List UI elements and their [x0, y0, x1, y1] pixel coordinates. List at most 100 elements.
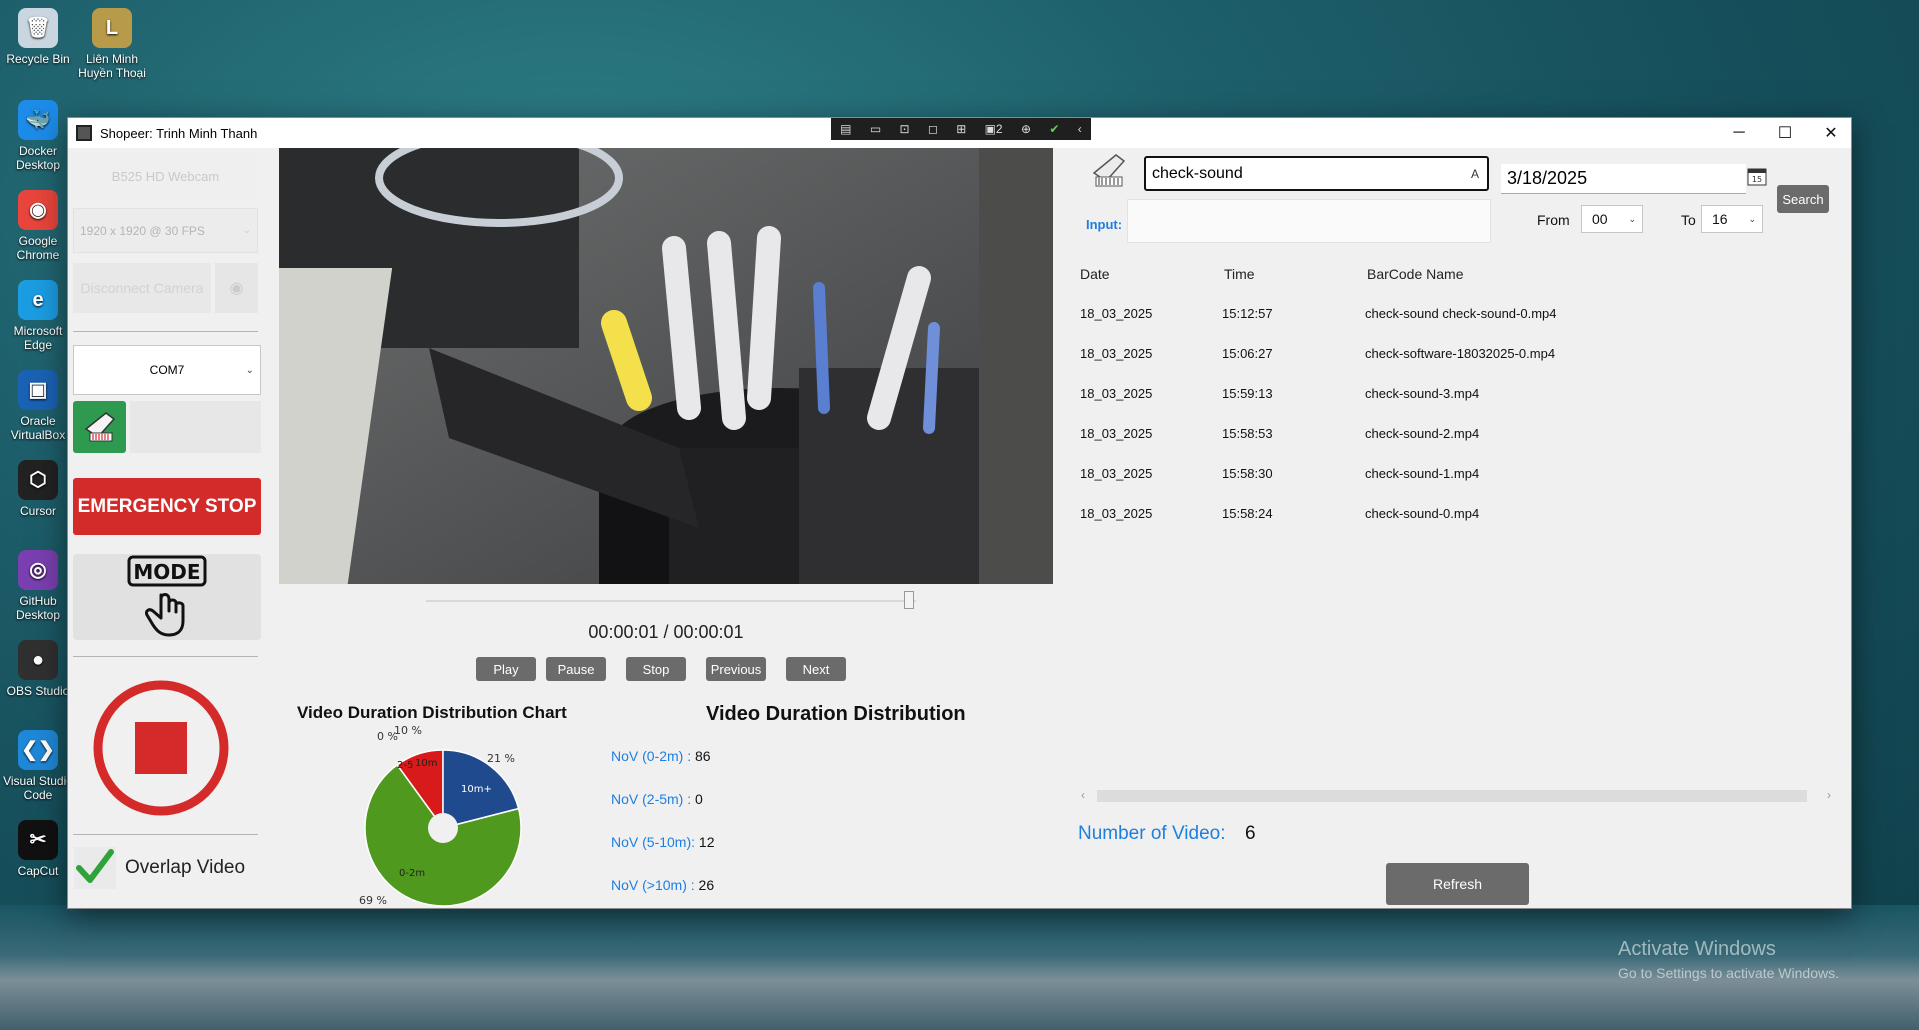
scan-input-field[interactable] — [1127, 199, 1491, 243]
column-header-barcode-name[interactable]: BarCode Name — [1367, 266, 1464, 282]
divider — [73, 656, 258, 657]
table-cell-barcode-name[interactable]: check-sound check-sound-0.mp4 — [1365, 306, 1557, 321]
table-cell-barcode-name[interactable]: check-sound-3.mp4 — [1365, 386, 1479, 401]
pause-button[interactable]: Pause — [546, 657, 606, 681]
com-port-select[interactable]: COM7 ⌄ — [73, 345, 261, 395]
barcode-search-icon — [1086, 147, 1131, 192]
table-cell-time[interactable]: 15:58:53 — [1222, 426, 1273, 441]
search-button[interactable]: Search — [1777, 185, 1829, 213]
barcode-scanner-button[interactable] — [73, 401, 126, 453]
app-icon — [76, 125, 92, 141]
dist-label: NoV (2-5m) : — [611, 791, 692, 807]
table-cell-barcode-name[interactable]: check-sound-2.mp4 — [1365, 426, 1479, 441]
stop-button[interactable]: Stop — [626, 657, 686, 681]
close-button[interactable]: ✕ — [1808, 118, 1854, 148]
seek-track[interactable] — [426, 600, 916, 602]
date-value: 3/18/2025 — [1507, 168, 1588, 188]
from-hour-value: 00 — [1592, 211, 1608, 227]
maximize-button[interactable]: ☐ — [1762, 118, 1808, 148]
video-count-label: Number of Video: — [1078, 823, 1226, 844]
mode-label: MODE — [133, 560, 200, 584]
resolution-select[interactable]: 1920 x 1920 @ 30 FPS ⌄ — [73, 208, 258, 253]
pie-inner-label: 10m — [415, 758, 437, 769]
scanner-icon — [1092, 153, 1125, 186]
remote-control-toolbar: ▤ ▭ ⊡ ◻ ⊞ ▣2 ⊕ ✔ ‹ — [831, 118, 1091, 140]
scroll-right-icon[interactable]: › — [1827, 788, 1831, 802]
table-cell-barcode-name[interactable]: check-sound-0.mp4 — [1365, 506, 1479, 521]
scroll-left-icon[interactable]: ‹ — [1081, 788, 1085, 802]
chevron-down-icon: ⌄ — [1628, 213, 1636, 224]
table-cell-barcode-name[interactable]: check-software-18032025-0.mp4 — [1365, 346, 1555, 361]
dist-value: 12 — [698, 834, 715, 850]
video-count-value: 6 — [1245, 823, 1256, 844]
table-cell-time[interactable]: 15:59:13 — [1222, 386, 1273, 401]
rc-accessibility-icon[interactable]: ⊕ — [1021, 122, 1031, 136]
table-cell-time[interactable]: 15:06:27 — [1222, 346, 1273, 361]
desktop-icon[interactable]: L Liên Minh Huyền Thoại — [72, 8, 152, 80]
rc-display-icon[interactable]: ▣2 — [985, 122, 1003, 136]
date-picker[interactable]: 3/18/2025 — [1501, 164, 1746, 194]
table-cell-date[interactable]: 18_03_2025 — [1080, 386, 1152, 401]
resolution-value: 1920 x 1920 @ 30 FPS — [80, 223, 205, 238]
rc-camera-icon[interactable]: ▭ — [870, 122, 881, 136]
next-button[interactable]: Next — [786, 657, 846, 681]
table-cell-time[interactable]: 15:58:24 — [1222, 506, 1273, 521]
from-hour-select[interactable]: 00 ⌄ — [1581, 205, 1643, 233]
barcode-search-input[interactable]: check-sound A — [1144, 156, 1489, 191]
pie-inner-label: 2-5 — [397, 760, 413, 771]
column-header-time[interactable]: Time — [1224, 266, 1255, 282]
app-icon: e — [18, 280, 58, 320]
to-label: To — [1681, 212, 1696, 228]
webcam-frame — [279, 148, 1053, 584]
chevron-down-icon: ⌄ — [245, 364, 254, 376]
play-button[interactable]: Play — [476, 657, 536, 681]
scrollbar-thumb[interactable] — [1097, 790, 1807, 802]
refresh-button[interactable]: Refresh — [1386, 863, 1529, 905]
table-cell-date[interactable]: 18_03_2025 — [1080, 466, 1152, 481]
divider — [73, 331, 258, 332]
desktop-icon-label: Recycle Bin — [6, 52, 70, 66]
camera-settings-button[interactable]: ◉ — [215, 263, 258, 313]
pie-inner-label: 10m+ — [461, 784, 492, 795]
rc-settings-icon[interactable]: ▤ — [840, 122, 851, 136]
column-header-date[interactable]: Date — [1080, 266, 1110, 282]
table-cell-date[interactable]: 18_03_2025 — [1080, 506, 1152, 521]
table-cell-date[interactable]: 18_03_2025 — [1080, 426, 1152, 441]
rc-monitor-icon[interactable]: ⊞ — [956, 122, 966, 136]
rc-check-icon[interactable]: ✔ — [1049, 122, 1059, 136]
video-player[interactable] — [279, 148, 1053, 584]
minimize-button[interactable]: ─ — [1716, 118, 1762, 148]
emergency-stop-button[interactable]: EMERGENCY STOP — [73, 478, 261, 535]
pie-percent-label: 21 % — [487, 752, 515, 765]
app-icon: ✂ — [18, 820, 58, 860]
rc-frame-icon[interactable]: ◻ — [928, 122, 938, 136]
clear-text-icon[interactable]: A — [1471, 167, 1479, 181]
pie-percent-label: 69 % — [359, 894, 387, 907]
title-bar[interactable]: Shopeer: Trinh Minh Thanh ▤ ▭ ⊡ ◻ ⊞ ▣2 ⊕… — [68, 118, 1851, 148]
rc-collapse-icon[interactable]: ‹ — [1078, 122, 1082, 136]
rc-badge: 2 — [995, 122, 1003, 136]
overlap-video-toggle[interactable]: Overlap Video — [73, 845, 263, 890]
mode-button[interactable]: MODE — [73, 554, 261, 640]
pie-inner-label: 0-2m — [399, 868, 425, 879]
mode-hand-icon: MODE — [127, 555, 207, 637]
desktop-icon[interactable]: 🗑 Recycle Bin — [0, 8, 78, 66]
table-cell-time[interactable]: 15:58:30 — [1222, 466, 1273, 481]
horizontal-scrollbar[interactable]: ‹ › — [1077, 787, 1835, 805]
chart-title: Video Duration Distribution Chart — [297, 703, 567, 722]
duration-pie-chart: 10 % 21 % 69 % 0 % 0-2m 2-5 10m 10m+ — [359, 726, 522, 907]
dist-label: NoV (5-10m): — [611, 834, 696, 850]
calendar-glyph: 15 — [1747, 168, 1767, 186]
table-cell-barcode-name[interactable]: check-sound-1.mp4 — [1365, 466, 1479, 481]
previous-button[interactable]: Previous — [706, 657, 766, 681]
calendar-icon[interactable]: 15 — [1746, 165, 1768, 187]
to-hour-select[interactable]: 16 ⌄ — [1701, 205, 1763, 233]
seek-thumb[interactable] — [904, 591, 914, 609]
disconnect-camera-button[interactable]: Disconnect Camera — [73, 263, 211, 313]
table-cell-time[interactable]: 15:12:57 — [1222, 306, 1273, 321]
checkmark-icon — [74, 846, 116, 889]
rc-screen-icon[interactable]: ⊡ — [900, 122, 910, 136]
record-stop-button[interactable] — [91, 678, 231, 818]
table-cell-date[interactable]: 18_03_2025 — [1080, 306, 1152, 321]
table-cell-date[interactable]: 18_03_2025 — [1080, 346, 1152, 361]
